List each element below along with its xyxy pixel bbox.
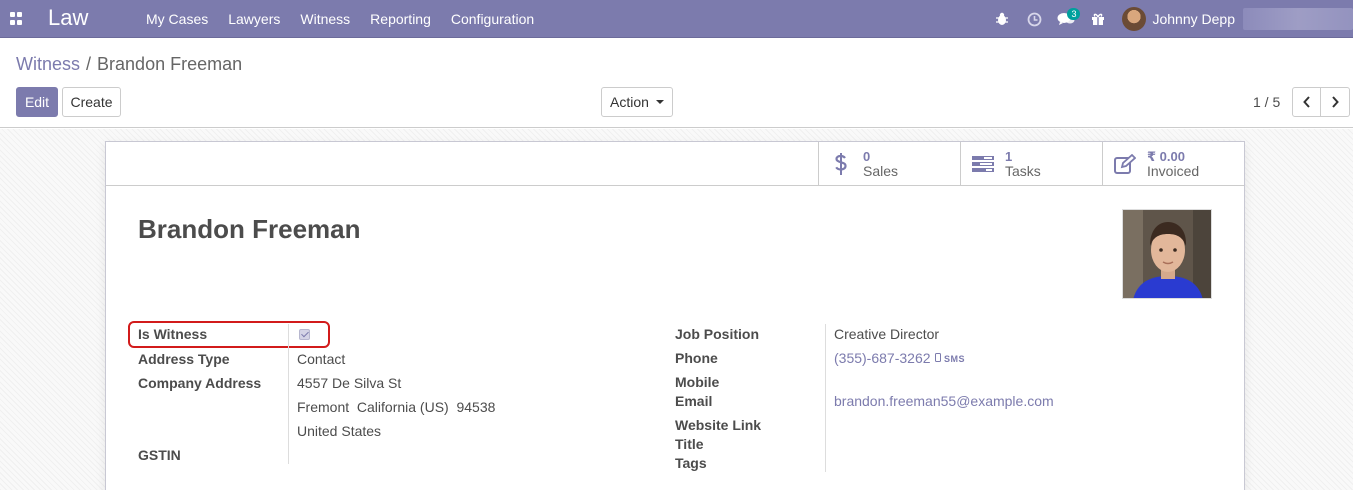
address-type-value: Contact <box>297 351 346 367</box>
top-navbar: Law My Cases Lawyers Witness Reporting C… <box>0 0 1353 38</box>
invoice-icon <box>1103 154 1147 174</box>
action-dropdown-button[interactable]: Action <box>601 87 673 117</box>
is-witness-checkbox[interactable] <box>299 329 310 340</box>
gstin-label: GSTIN <box>138 447 181 463</box>
invoiced-amount: ₹ 0.00 <box>1147 149 1185 164</box>
database-name-blurred <box>1243 8 1353 30</box>
form-sheet: 0 Sales 1 Tasks ₹ 0.00 Invoiced Brandon … <box>105 141 1245 490</box>
website-label: Website Link <box>675 417 762 433</box>
control-panel: Witness / Brandon Freeman Edit Create Acti… <box>0 39 1353 128</box>
pager-previous-button[interactable] <box>1292 87 1321 117</box>
messages-icon[interactable]: 3 <box>1050 0 1082 38</box>
email-label: Email <box>675 393 713 409</box>
sales-smart-button[interactable]: 0 Sales <box>818 142 960 186</box>
tasks-count: 1 <box>1005 149 1013 164</box>
sales-count: 0 <box>863 149 871 164</box>
smart-button-box: 0 Sales 1 Tasks ₹ 0.00 Invoiced <box>106 142 1244 186</box>
dollar-icon <box>819 152 863 176</box>
breadcrumb: Witness / Brandon Freeman <box>16 54 242 75</box>
email-link[interactable]: brandon.freeman55@example.com <box>834 393 1054 409</box>
pager-value[interactable]: 1 / 5 <box>1253 94 1280 110</box>
action-label: Action <box>610 94 649 110</box>
menu-witness[interactable]: Witness <box>290 0 360 38</box>
menu-lawyers[interactable]: Lawyers <box>218 0 290 38</box>
right-group-divider <box>825 324 826 472</box>
job-position-value: Creative Director <box>834 326 940 342</box>
breadcrumb-witness-link[interactable]: Witness <box>16 54 80 74</box>
caret-down-icon <box>655 100 664 104</box>
tasks-smart-button[interactable]: 1 Tasks <box>960 142 1102 186</box>
phone-label: Phone <box>675 350 718 366</box>
user-menu[interactable]: Johnny Depp <box>1114 0 1353 38</box>
main-menu: My Cases Lawyers Witness Reporting Confi… <box>136 0 544 38</box>
address-type-label: Address Type <box>138 351 230 367</box>
user-name: Johnny Depp <box>1152 11 1235 27</box>
menu-my-cases[interactable]: My Cases <box>136 0 218 38</box>
record-title: Brandon Freeman <box>138 214 361 244</box>
systray: 3 Johnny Depp <box>986 0 1353 38</box>
menu-reporting[interactable]: Reporting <box>360 0 441 38</box>
invoiced-smart-button[interactable]: ₹ 0.00 Invoiced <box>1102 142 1244 186</box>
is-witness-label: Is Witness <box>138 326 208 342</box>
tasks-icon <box>961 155 1005 173</box>
sms-button[interactable]: SMS <box>935 353 965 364</box>
left-group-divider <box>288 324 289 464</box>
pager-next-button[interactable] <box>1321 87 1350 117</box>
company-address-label: Company Address <box>138 375 262 391</box>
create-button[interactable]: Create <box>62 87 121 117</box>
invoiced-label: Invoiced <box>1147 163 1200 179</box>
gift-icon[interactable] <box>1082 0 1114 38</box>
tags-label: Tags <box>675 455 707 471</box>
edit-button[interactable]: Edit <box>16 87 58 117</box>
mobile-label: Mobile <box>675 374 720 390</box>
job-position-label: Job Position <box>675 326 759 342</box>
mobile-icon <box>935 353 941 362</box>
address-street: 4557 De Silva St <box>297 375 402 391</box>
address-city-state-zip: Fremont California (US) 94538 <box>297 399 496 415</box>
avatar <box>1122 7 1147 31</box>
bug-icon[interactable] <box>986 0 1018 38</box>
breadcrumb-separator: / <box>86 54 92 74</box>
contact-photo[interactable] <box>1122 209 1212 299</box>
clock-icon[interactable] <box>1018 0 1050 38</box>
sms-label: SMS <box>944 354 966 364</box>
messages-count-badge: 3 <box>1067 8 1081 20</box>
phone-link[interactable]: (355)-687-3262 <box>834 350 931 366</box>
address-country: United States <box>297 423 382 439</box>
title-label: Title <box>675 436 704 452</box>
chevron-left-icon <box>1302 96 1310 108</box>
apps-menu-icon[interactable] <box>10 12 23 25</box>
menu-configuration[interactable]: Configuration <box>441 0 544 38</box>
breadcrumb-current: Brandon Freeman <box>97 54 243 74</box>
sales-label: Sales <box>863 163 899 179</box>
chevron-right-icon <box>1332 96 1339 108</box>
tasks-label: Tasks <box>1005 163 1041 179</box>
app-brand[interactable]: Law <box>48 5 88 31</box>
